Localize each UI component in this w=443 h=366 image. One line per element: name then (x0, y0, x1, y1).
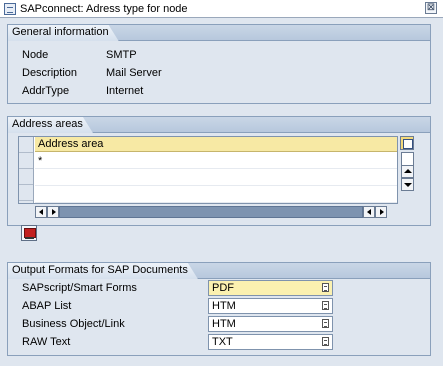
scroll-left-button[interactable] (47, 206, 59, 218)
group-header: Output Formats for SAP Documents (8, 263, 430, 279)
table-row[interactable] (35, 187, 397, 203)
scroll-thumb[interactable] (59, 206, 363, 218)
scroll-down-button[interactable] (401, 178, 414, 191)
scroll-first-button[interactable] (35, 206, 47, 218)
group-title: Address areas (8, 117, 93, 133)
format-label: RAW Text (22, 336, 71, 348)
value-help-icon[interactable] (322, 301, 329, 310)
description-label: Description (22, 67, 78, 79)
format-field-sapscript[interactable]: PDF (208, 280, 333, 296)
sap-window-icon (4, 2, 16, 15)
node-label: Node (22, 49, 49, 61)
select-all-cell[interactable] (19, 137, 33, 153)
row-selector[interactable] (19, 153, 33, 169)
output-formats-group: Output Formats for SAP Documents SAPscri… (7, 262, 431, 356)
format-label: SAPscript/Smart Forms (22, 282, 137, 294)
table-settings-icon[interactable] (400, 136, 414, 150)
value-help-icon[interactable] (322, 283, 329, 292)
addrtype-label: AddrType (22, 85, 70, 97)
value-help-icon[interactable] (322, 319, 329, 328)
format-label: ABAP List (22, 300, 72, 312)
format-row-abap-list: ABAP List (22, 298, 212, 314)
scroll-up-button[interactable] (401, 165, 414, 178)
scroll-track[interactable] (401, 152, 414, 165)
arrow-up-icon (404, 169, 412, 173)
table-row[interactable] (35, 170, 397, 186)
vertical-scrollbar[interactable] (401, 152, 414, 204)
format-label: Business Object/Link (22, 318, 125, 330)
addrtype-value: Internet (106, 85, 144, 97)
format-row-raw-text: RAW Text (22, 334, 212, 350)
export-icon[interactable] (21, 225, 37, 241)
row-selector-column (19, 137, 34, 203)
close-button[interactable]: ⊠ (425, 2, 437, 14)
title-bar: SAPconnect: Adress type for node ⊠ (0, 0, 443, 18)
group-header: General information (8, 25, 430, 41)
description-value: Mail Server (106, 67, 162, 79)
format-value: PDF (212, 282, 234, 294)
window-title: SAPconnect: Adress type for node (20, 2, 188, 15)
address-areas-group: Address areas Address area * (7, 116, 431, 241)
arrow-left-icon (39, 209, 43, 215)
format-row-business-object: Business Object/Link (22, 316, 212, 332)
arrow-left-icon (367, 209, 371, 215)
arrow-down-icon (404, 183, 412, 187)
table-row[interactable]: * (35, 153, 397, 169)
horizontal-scrollbar[interactable] (35, 206, 399, 218)
format-value: HTM (212, 300, 236, 312)
format-value: HTM (212, 318, 236, 330)
format-field-business-object[interactable]: HTM (208, 316, 333, 332)
group-title: General information (8, 25, 119, 41)
addrtype-row: AddrType Internet (22, 83, 143, 99)
general-information-group: General information Node SMTP Descriptio… (7, 24, 431, 104)
node-value: SMTP (106, 49, 137, 61)
format-field-raw-text[interactable]: TXT (208, 334, 333, 350)
value-help-icon[interactable] (322, 337, 329, 346)
format-value: TXT (212, 336, 233, 348)
group-header: Address areas (8, 117, 430, 133)
node-row: Node SMTP (22, 47, 137, 63)
format-row-sapscript: SAPscript/Smart Forms (22, 280, 212, 296)
row-selector[interactable] (19, 185, 33, 201)
column-header-address-area[interactable]: Address area (35, 137, 397, 152)
scroll-last-button[interactable] (375, 206, 387, 218)
row-selector[interactable] (19, 169, 33, 185)
arrow-right-icon (52, 209, 56, 215)
group-title: Output Formats for SAP Documents (8, 263, 198, 279)
address-area-table: Address area * (18, 136, 398, 204)
format-field-abap-list[interactable]: HTM (208, 298, 333, 314)
description-row: Description Mail Server (22, 65, 162, 81)
scroll-right-button[interactable] (363, 206, 375, 218)
arrow-right-icon (380, 209, 384, 215)
